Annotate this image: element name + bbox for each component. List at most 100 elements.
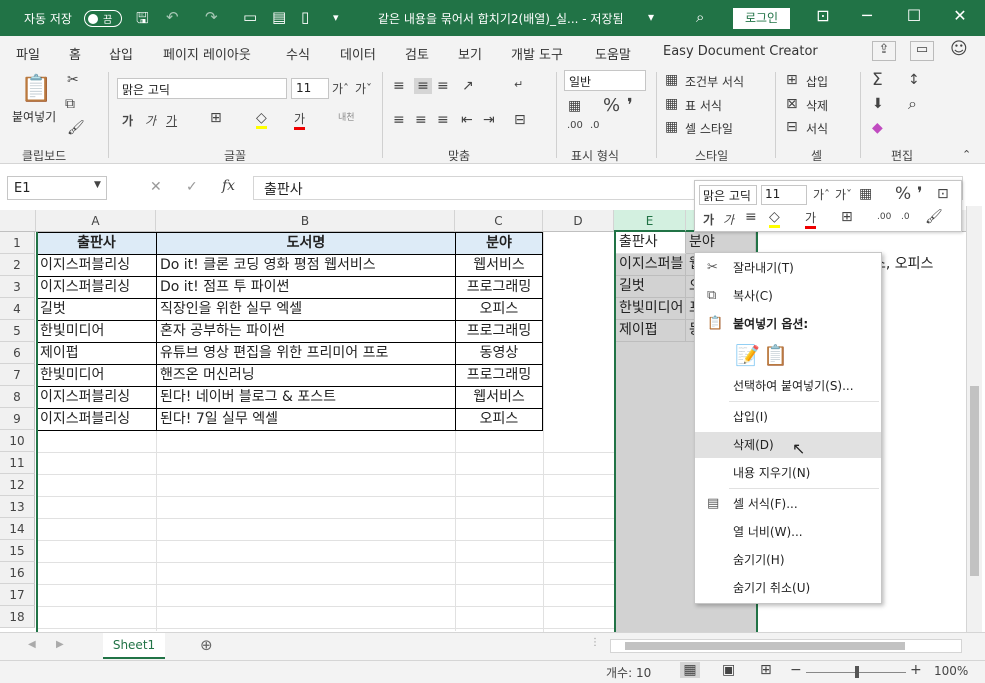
- find-select-icon[interactable]: ⌕: [908, 94, 917, 114]
- table-cell[interactable]: 된다! 7일 실무 엑셀: [156, 408, 456, 431]
- table-cell[interactable]: 이지스퍼블리싱: [36, 276, 157, 299]
- paste-icon[interactable]: 📋: [20, 74, 52, 104]
- row-header[interactable]: 16: [0, 562, 35, 584]
- tab-review[interactable]: 검토: [405, 44, 429, 63]
- align-center-icon[interactable]: ≡: [415, 112, 427, 128]
- table-cell[interactable]: Do it! 점프 투 파이썬: [156, 276, 456, 299]
- col-header-e[interactable]: E: [614, 210, 686, 232]
- align-left-icon[interactable]: ≡: [393, 112, 405, 128]
- menu-item-hide[interactable]: 숨기기(H): [695, 547, 881, 573]
- mini-accounting-icon[interactable]: ▦: [859, 186, 872, 202]
- orientation-icon[interactable]: ↗: [462, 78, 474, 94]
- search-icon[interactable]: ⌕: [696, 8, 704, 26]
- table-cell[interactable]: 동영상: [455, 342, 543, 365]
- borders-icon[interactable]: ⊞: [210, 110, 222, 126]
- name-box-dropdown-icon[interactable]: ▼: [94, 180, 101, 190]
- percent-icon[interactable]: %: [603, 95, 620, 116]
- cell-style-button[interactable]: 셀 스타일: [685, 120, 733, 137]
- copy-icon[interactable]: ⧉: [65, 96, 75, 112]
- row-header[interactable]: 6: [0, 342, 35, 364]
- font-name-select[interactable]: 맑은 고딕: [117, 78, 287, 99]
- mini-italic-icon[interactable]: 가: [723, 211, 734, 228]
- autosum-icon[interactable]: Σ: [872, 70, 883, 90]
- sheet-tab-sheet1[interactable]: Sheet1: [103, 633, 165, 659]
- increase-decimal-icon[interactable]: .00: [567, 120, 583, 131]
- paste-label[interactable]: 붙여넣기: [12, 108, 56, 125]
- table-cell[interactable]: 혼자 공부하는 파이썬: [156, 320, 456, 343]
- number-format-select[interactable]: 일반: [564, 70, 646, 91]
- menu-item-cut[interactable]: ✂ 잘라내기(T): [695, 255, 881, 281]
- table-cell[interactable]: 한빛미디어: [36, 320, 157, 343]
- paste-formula-icon[interactable]: 📝: [735, 343, 760, 367]
- tab-file[interactable]: 파일: [16, 44, 40, 63]
- phonetic-icon[interactable]: 내천: [338, 110, 355, 123]
- mini-format-painter-icon[interactable]: 🖌: [925, 209, 943, 225]
- minimize-icon[interactable]: ─: [852, 6, 882, 25]
- row-header[interactable]: 13: [0, 496, 35, 518]
- col-header-c[interactable]: C: [455, 210, 543, 232]
- align-right-icon[interactable]: ≡: [437, 112, 449, 128]
- table-header-cell[interactable]: 분야: [455, 232, 543, 255]
- delete-cells-icon[interactable]: ⊠: [786, 96, 798, 112]
- horizontal-scrollbar[interactable]: [610, 639, 962, 653]
- fx-icon[interactable]: fx: [222, 178, 235, 194]
- conditional-format-icon[interactable]: ▦: [665, 72, 678, 88]
- table-cell[interactable]: 유튜브 영상 편집을 위한 프리미어 프로: [156, 342, 456, 365]
- maximize-icon[interactable]: ☐: [899, 6, 929, 25]
- table-cell[interactable]: 오피스: [455, 408, 543, 431]
- tab-page-layout[interactable]: 페이지 레이아웃: [163, 44, 251, 63]
- next-sheet-icon[interactable]: ▶: [56, 639, 64, 650]
- enter-icon[interactable]: ✓: [186, 179, 198, 195]
- table-cell[interactable]: 된다! 네이버 블로그 & 포스트: [156, 386, 456, 409]
- cut-icon[interactable]: ✂: [67, 72, 79, 88]
- tab-split-handle-icon[interactable]: ⋮: [590, 637, 600, 648]
- row-header[interactable]: 14: [0, 518, 35, 540]
- mini-fill-color-icon[interactable]: ◇: [769, 209, 780, 228]
- table-format-icon[interactable]: ▦: [665, 96, 678, 112]
- table-cell[interactable]: Do it! 클론 코딩 영화 평점 웹서비스: [156, 254, 456, 277]
- format-painter-icon[interactable]: 🖌: [67, 120, 85, 136]
- align-bottom-icon[interactable]: ≡: [437, 78, 449, 94]
- row-header[interactable]: 9: [0, 408, 35, 430]
- row-header[interactable]: 2: [0, 254, 35, 276]
- mini-increase-font-icon[interactable]: 가ˆ: [813, 186, 830, 203]
- menu-item-insert[interactable]: 삽입(I): [695, 404, 881, 430]
- menu-item-unhide[interactable]: 숨기기 취소(U): [695, 575, 881, 601]
- cell-e5[interactable]: 제이펍: [616, 320, 686, 342]
- delete-cells-button[interactable]: 삭제: [806, 97, 828, 114]
- font-color-icon[interactable]: 가: [294, 110, 306, 130]
- row-header[interactable]: 10: [0, 430, 35, 452]
- tab-help[interactable]: 도움말: [595, 44, 631, 63]
- decrease-decimal-icon[interactable]: .0: [590, 120, 600, 131]
- increase-font-icon[interactable]: 가ˆ: [332, 80, 349, 97]
- mini-format-icon[interactable]: ⊡: [937, 186, 949, 202]
- fill-color-icon[interactable]: ◇: [256, 110, 267, 129]
- mini-decrease-font-icon[interactable]: 가ˇ: [835, 186, 852, 203]
- menu-item-clear[interactable]: 내용 지우기(N): [695, 460, 881, 486]
- cancel-icon[interactable]: ✕: [150, 179, 162, 195]
- menu-item-format-cells[interactable]: ▤ 셀 서식(F)...: [695, 491, 881, 517]
- autosave-toggle[interactable]: 끔: [84, 10, 122, 27]
- table-cell[interactable]: 한빛미디어: [36, 364, 157, 387]
- merge-center-icon[interactable]: ⊟: [514, 112, 526, 128]
- table-cell[interactable]: 프로그래밍: [455, 364, 543, 387]
- tab-data[interactable]: 데이터: [340, 44, 376, 63]
- conditional-format-button[interactable]: 조건부 서식: [685, 73, 744, 90]
- tab-insert[interactable]: 삽입: [109, 44, 133, 63]
- format-cells-icon[interactable]: ⊟: [786, 119, 798, 135]
- insert-cells-icon[interactable]: ⊞: [786, 72, 798, 88]
- table-cell[interactable]: 이지스퍼블리싱: [36, 408, 157, 431]
- login-button[interactable]: 로그인: [733, 8, 790, 29]
- menu-item-copy[interactable]: ⧉ 복사(C): [695, 283, 881, 309]
- decrease-font-icon[interactable]: 가ˇ: [355, 80, 372, 97]
- table-cell[interactable]: 이지스퍼블리싱: [36, 386, 157, 409]
- normal-view-icon[interactable]: ▦: [680, 662, 700, 678]
- vertical-scrollbar[interactable]: [966, 206, 982, 632]
- row-header[interactable]: 17: [0, 584, 35, 606]
- table-cell[interactable]: 제이펍: [36, 342, 157, 365]
- row-header[interactable]: 18: [0, 606, 35, 628]
- table-cell[interactable]: 핸즈온 머신러닝: [156, 364, 456, 387]
- cell-e2[interactable]: 이지스퍼블: [616, 254, 686, 276]
- row-header[interactable]: 7: [0, 364, 35, 386]
- page-break-view-icon[interactable]: ⊞: [760, 662, 772, 678]
